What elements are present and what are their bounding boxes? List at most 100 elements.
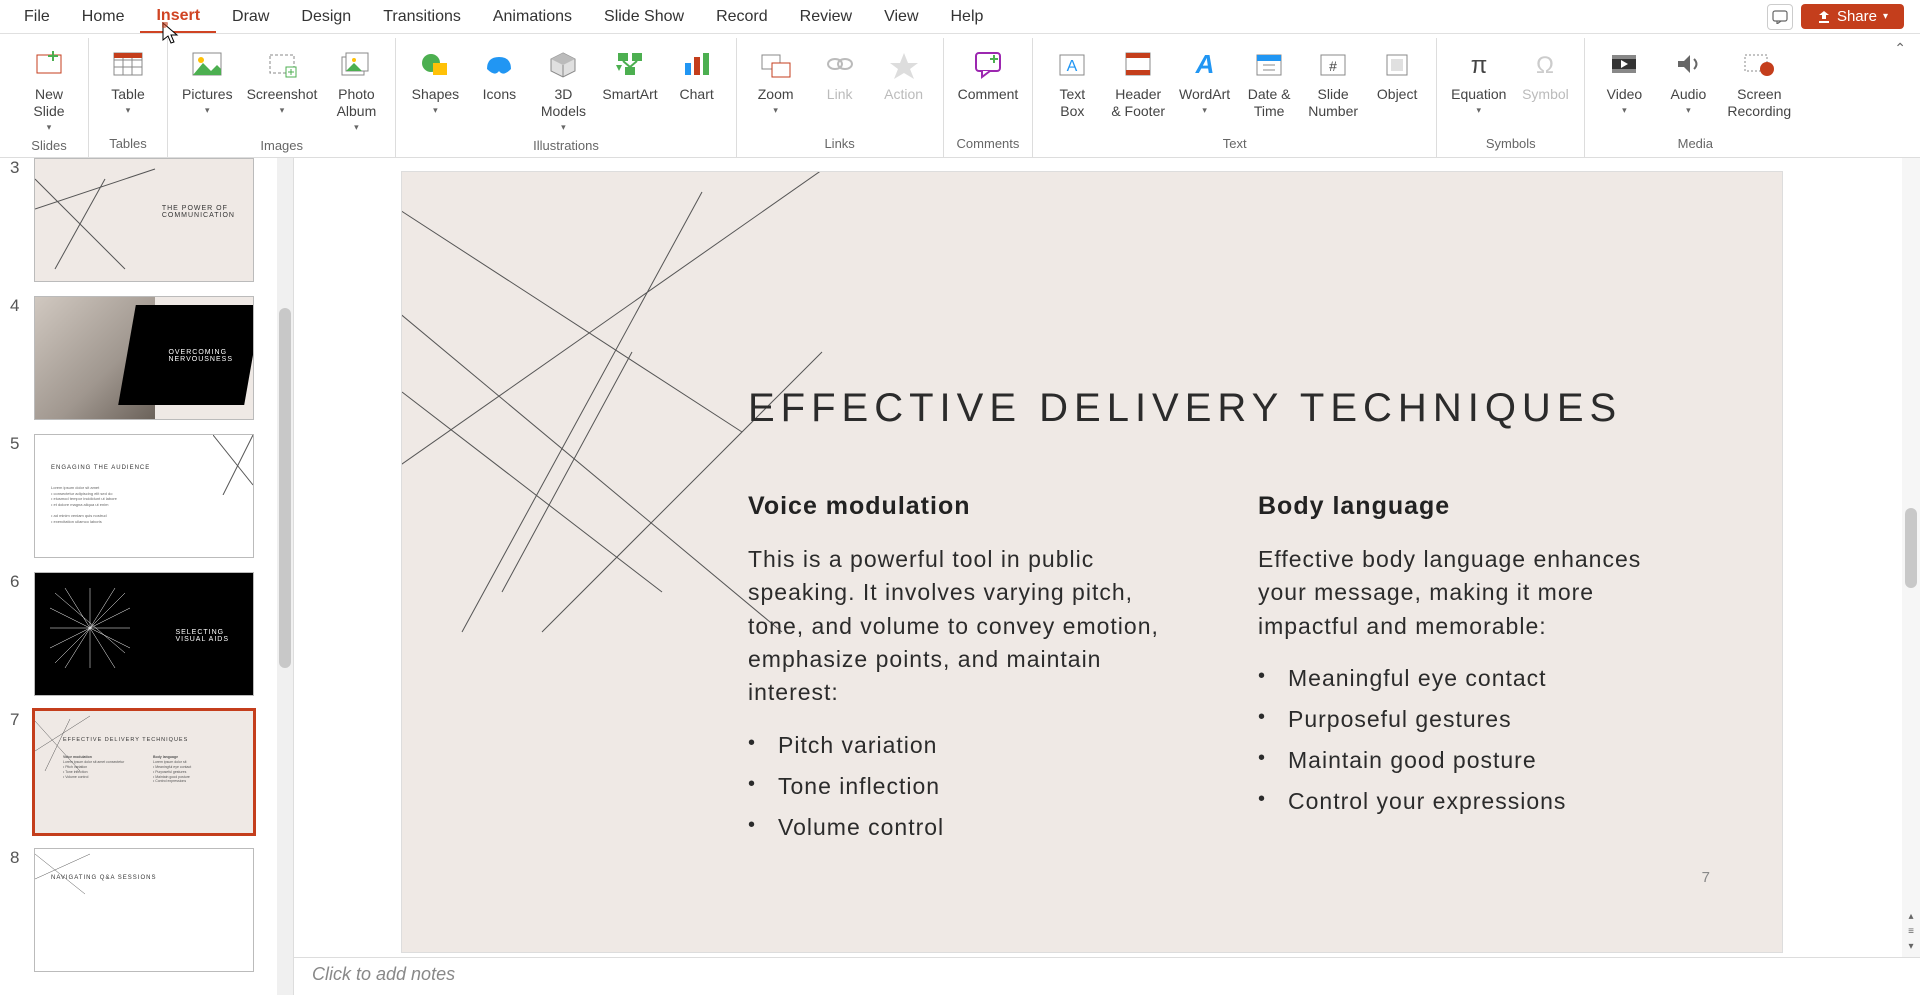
audio-button[interactable]: Audio▾: [1661, 44, 1715, 118]
menu-draw[interactable]: Draw: [216, 2, 285, 32]
fit-mid-icon[interactable]: ≡: [1904, 926, 1918, 940]
notes-pane[interactable]: Click to add notes: [294, 957, 1920, 995]
3d-models-button[interactable]: 3D Models▾: [536, 44, 590, 134]
3d-models-label: 3D Models: [541, 86, 586, 120]
menu-help[interactable]: Help: [935, 2, 1000, 32]
slide-thumb-5[interactable]: 5ENGAGING THE AUDIENCELorem ipsum dolor …: [10, 434, 270, 558]
ribbon-group-text: A Text Box Header & Footer A WordArt ▾ Date & …: [1033, 38, 1437, 157]
slidepanel-scrollbar[interactable]: [277, 158, 293, 995]
pictures-button[interactable]: Pictures▾: [180, 44, 235, 118]
menu-record[interactable]: Record: [700, 2, 784, 32]
shapes-button[interactable]: Shapes▾: [408, 44, 462, 118]
screenshot-label: Screenshot: [247, 86, 318, 103]
action-button: Action: [877, 44, 931, 105]
chart-label: Chart: [680, 86, 714, 103]
slide-title[interactable]: EFFECTIVE DELIVERY TECHNIQUES: [748, 386, 1622, 431]
wordart-button[interactable]: A WordArt ▾: [1177, 44, 1232, 118]
menu-review[interactable]: Review: [784, 2, 868, 32]
menu-file[interactable]: File: [8, 2, 66, 32]
right-column[interactable]: Body language Effective body language en…: [1258, 492, 1678, 829]
right-bullets: Meaningful eye contact Purposeful gesture…: [1258, 665, 1678, 815]
comment-label: Comment: [958, 86, 1019, 103]
new-slide-button[interactable]: New Slide▾: [22, 44, 76, 134]
share-icon: [1817, 10, 1831, 24]
left-paragraph: This is a powerful tool in public speaki…: [748, 543, 1168, 710]
link-label: Link: [827, 86, 853, 103]
comment-button[interactable]: Comment: [956, 44, 1021, 105]
slide-thumb-4[interactable]: 4OVERCOMING NERVOUSNESS: [10, 296, 270, 420]
chevron-down-icon: ▾: [1202, 105, 1207, 116]
slide-thumb-6[interactable]: 6SELECTING VISUAL AIDS: [10, 572, 270, 696]
ribbon-group-symbols: πEquation▾ΩSymbolSymbols: [1437, 38, 1585, 157]
chart-button[interactable]: Chart: [670, 44, 724, 105]
svg-text:#: #: [1329, 58, 1337, 74]
fit-down-icon[interactable]: ▾: [1904, 941, 1918, 955]
object-label: Object: [1377, 86, 1417, 103]
right-paragraph: Effective body language enhances your me…: [1258, 543, 1678, 643]
bullet-item: Meaningful eye contact: [1258, 665, 1678, 692]
slide-canvas[interactable]: EFFECTIVE DELIVERY TECHNIQUES Voice modu…: [402, 172, 1782, 952]
video-button[interactable]: Video▾: [1597, 44, 1651, 118]
slide-number-icon: #: [1313, 46, 1353, 82]
menu-slideshow[interactable]: Slide Show: [588, 2, 700, 32]
left-subhead: Voice modulation: [748, 492, 1168, 521]
menu-insert[interactable]: Insert: [140, 1, 216, 33]
text-box-label: Text Box: [1059, 86, 1085, 120]
shapes-icon: [415, 46, 455, 82]
object-icon: [1377, 46, 1417, 82]
chevron-down-icon: ▾: [1622, 105, 1627, 116]
svg-text:A: A: [1194, 49, 1214, 79]
slide-thumb-7[interactable]: 7EFFECTIVE DELIVERY TECHNIQUESVoice modu…: [10, 710, 270, 834]
ribbon-collapse-icon[interactable]: ⌃: [1894, 40, 1906, 57]
screenshot-icon: [262, 46, 302, 82]
canvas-area[interactable]: EFFECTIVE DELIVERY TECHNIQUES Voice modu…: [294, 158, 1920, 957]
chevron-down-icon: ▾: [1686, 105, 1691, 116]
header-footer-button[interactable]: Header & Footer: [1109, 44, 1167, 122]
ribbon-group-links: Zoom▾LinkActionLinks: [737, 38, 944, 157]
slide-thumb-8[interactable]: 8NAVIGATING Q&A SESSIONS: [10, 848, 270, 972]
menu-design[interactable]: Design: [285, 2, 367, 32]
editor: EFFECTIVE DELIVERY TECHNIQUES Voice modu…: [294, 158, 1920, 995]
ribbon-group-label: Comments: [957, 132, 1020, 157]
wordart-label: WordArt: [1179, 86, 1230, 103]
ribbon-group-comments: Comment Comments: [944, 38, 1034, 157]
menu-transitions[interactable]: Transitions: [367, 2, 477, 32]
table-button[interactable]: Table▾: [101, 44, 155, 118]
ribbon-group-label: Symbols: [1486, 132, 1536, 157]
action-icon: [884, 46, 924, 82]
smartart-icon: [610, 46, 650, 82]
screen-recording-icon: [1739, 46, 1779, 82]
svg-text:A: A: [1067, 58, 1078, 75]
share-button[interactable]: Share ▾: [1801, 4, 1904, 29]
fit-up-icon[interactable]: ▴: [1904, 911, 1918, 925]
chevron-down-icon: ▾: [433, 105, 438, 116]
bullet-item: Purposeful gestures: [1258, 706, 1678, 733]
left-bullets: Pitch variationTone inflectionVolume con…: [748, 732, 1168, 841]
smartart-button[interactable]: SmartArt: [600, 44, 659, 105]
photo-album-button[interactable]: Photo Album▾: [329, 44, 383, 134]
text-box-button[interactable]: A Text Box: [1045, 44, 1099, 122]
equation-button[interactable]: πEquation▾: [1449, 44, 1508, 118]
menu-animations[interactable]: Animations: [477, 2, 588, 32]
new-slide-icon: [29, 46, 69, 82]
bullet-item: Volume control: [748, 814, 1168, 841]
icons-button[interactable]: Icons: [472, 44, 526, 105]
object-button[interactable]: Object: [1370, 44, 1424, 105]
slide-number-label: 4: [10, 296, 24, 420]
chart-icon: [677, 46, 717, 82]
date-time-button[interactable]: Date & Time: [1242, 44, 1296, 122]
comments-toggle-icon[interactable]: [1767, 4, 1793, 30]
svg-text:Ω: Ω: [1536, 52, 1554, 79]
slide-number-button[interactable]: #Slide Number: [1306, 44, 1360, 122]
bullet-item: Maintain good posture: [1258, 747, 1678, 774]
editor-scrollbar[interactable]: [1902, 158, 1920, 957]
zoom-button[interactable]: Zoom▾: [749, 44, 803, 118]
screen-recording-button[interactable]: Screen Recording: [1725, 44, 1793, 122]
slide-thumb-3[interactable]: 3THE POWER OF COMMUNICATION: [10, 158, 270, 282]
left-column[interactable]: Voice modulation This is a powerful tool…: [748, 492, 1168, 855]
screenshot-button[interactable]: Screenshot▾: [245, 44, 320, 118]
icons-icon: [479, 46, 519, 82]
menu-view[interactable]: View: [868, 2, 934, 32]
text-box-icon: A: [1052, 46, 1092, 82]
menu-home[interactable]: Home: [66, 2, 141, 32]
